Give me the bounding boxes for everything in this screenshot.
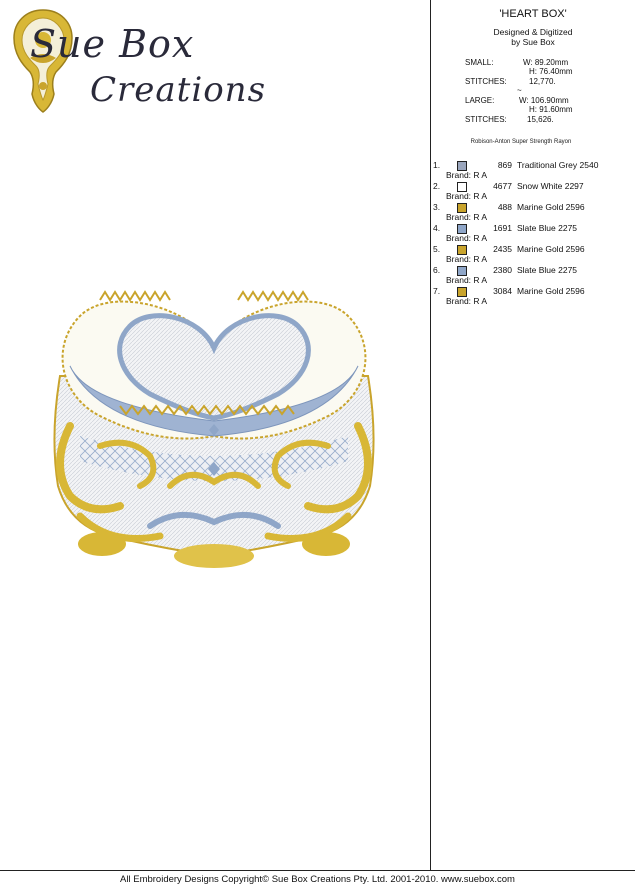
large-stitches: 15,626. [527,115,554,124]
small-width: W: 89.20mm [523,58,569,67]
thread-name: Marine Gold 2596 [517,286,585,296]
color-number: 3. [433,202,441,212]
color-list: 1. 869 Traditional Grey 2540 Brand: R A 2. 46… [433,160,633,307]
color-row: 3. 488 Marine Gold 2596 Brand: R A [433,202,633,223]
thread-code: 488 [497,202,512,212]
color-number: 5. [433,244,441,254]
large-height: H: 91.60mm [529,105,573,114]
divider-horizontal [0,870,635,871]
designer-name: by Sue Box [511,37,555,47]
thread-code: 2380 [493,265,512,275]
thread-name: Traditional Grey 2540 [517,160,599,170]
designed-line: Designed & Digitized [493,27,573,37]
large-label: LARGE: [465,96,495,105]
designer-credit: Designed & Digitized by Sue Box [431,27,635,47]
color-row: 5. 2435 Marine Gold 2596 Brand: R A [433,244,633,265]
heart-box-embroidery-image [53,290,375,568]
copyright-footer: All Embroidery Designs Copyright© Sue Bo… [120,874,515,885]
thread-name: Marine Gold 2596 [517,202,585,212]
thread-brand: Brand: R A [446,191,488,201]
thread-code: 869 [497,160,512,170]
design-title: 'HEART BOX' [499,8,567,20]
divider-vertical [430,0,431,870]
thread-code: 4677 [493,181,512,191]
thread-name: Snow White 2297 [517,181,584,191]
small-height: H: 76.40mm [529,67,573,76]
thread-brand: Brand: R A [446,296,488,306]
thread-code: 3084 [493,286,512,296]
small-stitches-label: STITCHES: [465,77,507,86]
thread-note: Robison-Anton Super Strength Rayon [470,139,572,145]
small-stitches: 12,770. [529,77,556,86]
color-row: 1. 869 Traditional Grey 2540 Brand: R A [433,160,633,181]
thread-name: Slate Blue 2275 [517,223,578,233]
brand-logo: Sue Box Creations [8,6,268,114]
thread-name: Marine Gold 2596 [517,244,585,254]
thread-code: 2435 [493,244,512,254]
color-row: 2. 4677 Snow White 2297 Brand: R A [433,181,633,202]
color-number: 2. [433,181,441,191]
thread-brand: Brand: R A [446,254,488,264]
thread-brand: Brand: R A [446,233,488,243]
color-number: 6. [433,265,441,275]
tilde-separator: ~ [517,86,522,95]
thread-brand: Brand: R A [446,170,488,180]
thread-name: Slate Blue 2275 [517,265,578,275]
color-row: 6. 2380 Slate Blue 2275 Brand: R A [433,265,633,286]
color-number: 4. [433,223,441,233]
small-label: SMALL: [465,58,494,67]
large-width: W: 106.90mm [519,96,569,105]
page: Sue Box Creations 'HEART BOX' Designed &… [0,0,635,889]
color-row: 7. 3084 Marine Gold 2596 Brand: R A [433,286,633,307]
logo-line1: Sue Box [30,22,195,66]
color-number: 7. [433,286,441,296]
thread-brand: Brand: R A [446,275,488,285]
color-row: 4. 1691 Slate Blue 2275 Brand: R A [433,223,633,244]
logo-line2: Creations [90,70,267,110]
color-number: 1. [433,160,441,170]
thread-code: 1691 [493,223,512,233]
thread-brand: Brand: R A [446,212,488,222]
large-stitches-label: STITCHES: [465,115,507,124]
